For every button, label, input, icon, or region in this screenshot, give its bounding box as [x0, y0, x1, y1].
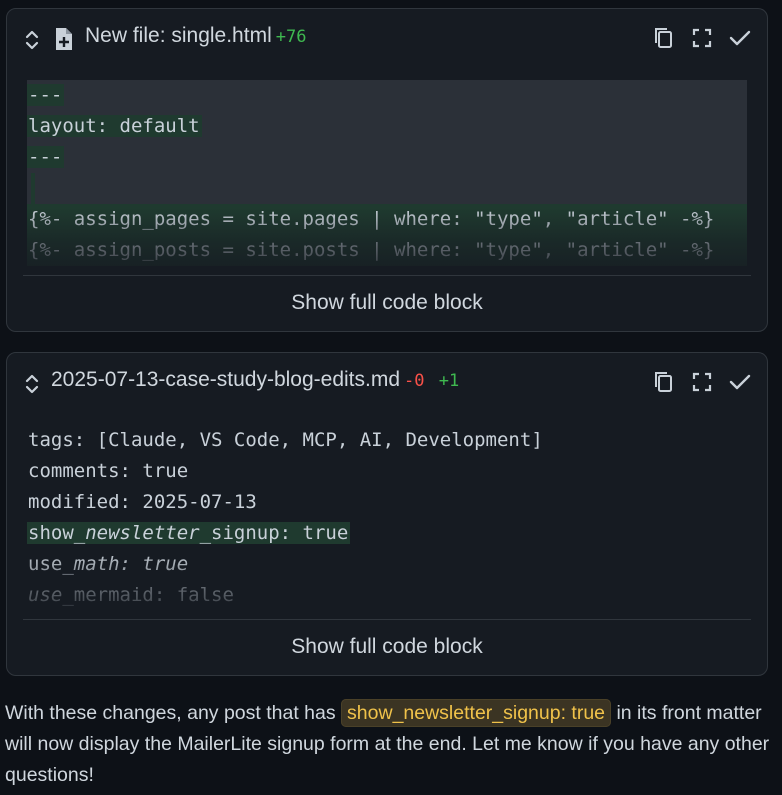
code-line	[27, 173, 747, 204]
code-change-card-md: 2025-07-13-case-study-blog-edits.md -0 +1…	[6, 352, 768, 676]
file-name: 2025-07-13-case-study-blog-edits.md	[51, 368, 401, 391]
lines-added-badge: +1	[438, 371, 460, 391]
code-line: layout: default	[27, 115, 202, 137]
code-line: modified: 2025-07-13	[28, 491, 257, 513]
show-full-code-button[interactable]: Show full code block	[7, 621, 767, 673]
card-header: New file: single.html +76	[7, 9, 767, 69]
code-line: ---	[27, 84, 65, 106]
new-file-icon	[54, 27, 74, 51]
code-change-card-single-html: New file: single.html +76 --- layout: def…	[6, 8, 768, 332]
copy-icon[interactable]	[651, 25, 677, 51]
copy-icon[interactable]	[651, 369, 677, 395]
code-line: {%- assign_posts = site.posts | where: "…	[27, 235, 747, 266]
lines-added-badge: +76	[275, 27, 307, 47]
code-line: use_mermaid: false	[28, 584, 234, 606]
chevron-up-down-icon[interactable]	[25, 373, 39, 395]
check-icon[interactable]	[727, 25, 753, 51]
code-preview: tags: [Claude, VS Code, MCP, AI, Develop…	[27, 425, 747, 613]
code-line: tags: [Claude, VS Code, MCP, AI, Develop…	[28, 429, 543, 451]
expand-icon[interactable]	[689, 25, 715, 51]
check-icon[interactable]	[727, 369, 753, 395]
code-line: {%- assign_pages = site.pages | where: "…	[27, 204, 747, 235]
code-line-added: show_newsletter_signup: true	[27, 522, 351, 544]
file-title: 2025-07-13-case-study-blog-edits.md -0 +1	[51, 368, 459, 392]
inline-code: show_newsletter_signup: true	[341, 699, 612, 727]
divider	[23, 619, 751, 620]
file-title: New file: single.html +76	[85, 24, 306, 48]
lines-removed-badge: -0	[404, 371, 425, 391]
code-line: comments: true	[28, 460, 189, 482]
file-name: New file: single.html	[85, 24, 272, 47]
code-line: use_math: true	[28, 553, 189, 575]
code-line: ---	[27, 146, 65, 168]
show-full-code-button[interactable]: Show full code block	[7, 277, 767, 329]
message-text: With these changes, any post that has	[5, 702, 342, 724]
assistant-message: With these changes, any post that has sh…	[5, 698, 775, 791]
card-header: 2025-07-13-case-study-blog-edits.md -0 +1	[7, 353, 767, 413]
divider	[23, 275, 751, 276]
expand-icon[interactable]	[689, 369, 715, 395]
code-preview: --- layout: default --- {%- assign_pages…	[27, 80, 747, 270]
chevron-up-down-icon[interactable]	[25, 29, 39, 51]
